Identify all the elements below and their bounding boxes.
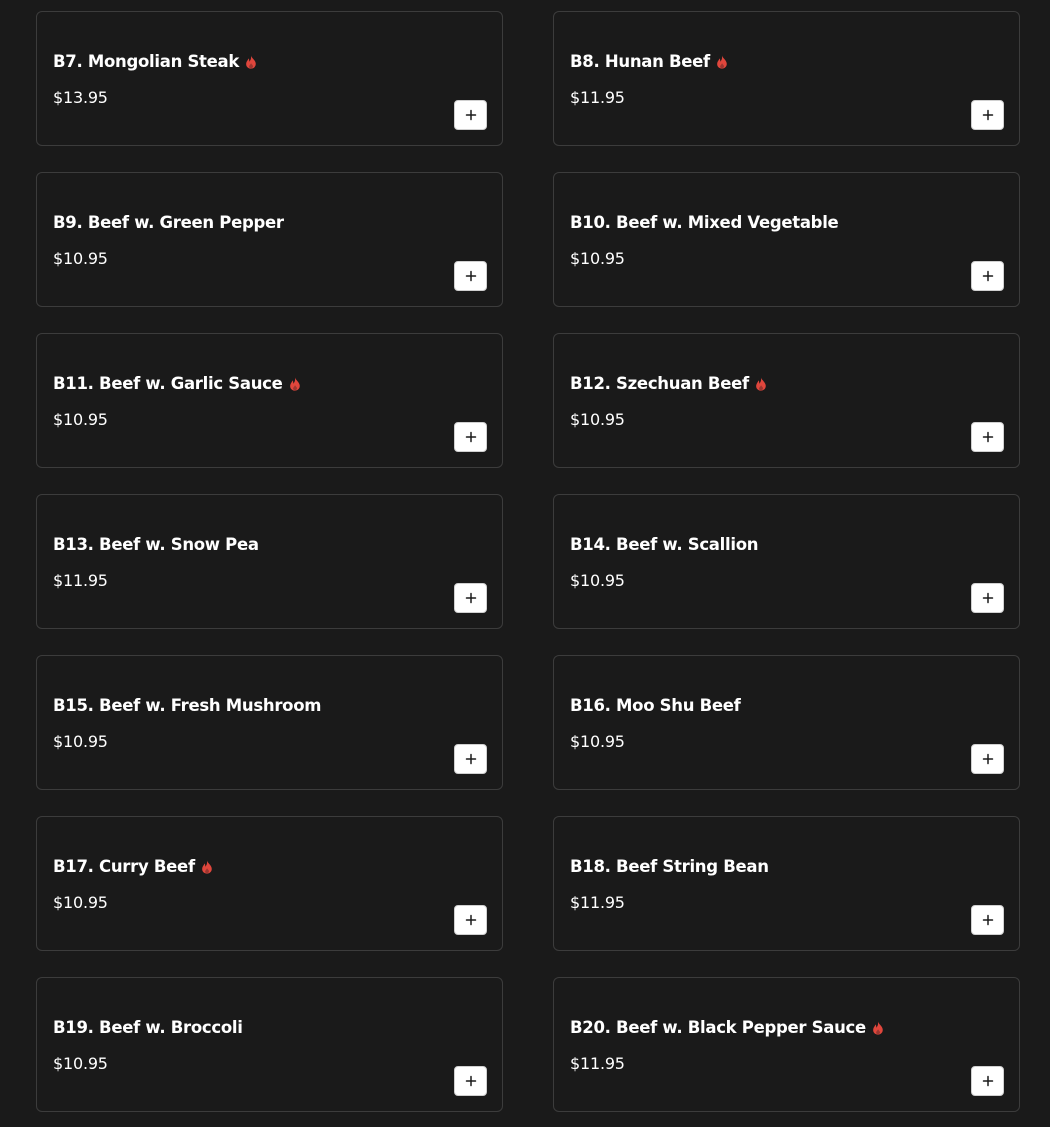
item-name: B19. Beef w. Broccoli bbox=[53, 1018, 243, 1037]
item-name-text: B9. Beef w. Green Pepper bbox=[53, 213, 284, 232]
flame-icon bbox=[755, 377, 767, 391]
item-name-text: B11. Beef w. Garlic Sauce bbox=[53, 374, 283, 393]
menu-item-card[interactable]: B15. Beef w. Fresh Mushroom $10.95 bbox=[36, 655, 503, 790]
flame-icon bbox=[716, 55, 728, 69]
plus-icon bbox=[982, 109, 994, 121]
flame-icon bbox=[201, 860, 213, 874]
add-to-cart-button[interactable] bbox=[454, 583, 487, 613]
item-name-text: B13. Beef w. Snow Pea bbox=[53, 535, 259, 554]
add-to-cart-button[interactable] bbox=[971, 905, 1004, 935]
item-price: $10.95 bbox=[570, 410, 625, 429]
add-to-cart-button[interactable] bbox=[454, 422, 487, 452]
menu-grid: B7. Mongolian Steak $13.95 B8. Hunan Beef $… bbox=[0, 0, 1050, 1127]
item-name: B14. Beef w. Scallion bbox=[570, 535, 758, 554]
add-to-cart-button[interactable] bbox=[971, 422, 1004, 452]
menu-item-card[interactable]: B10. Beef w. Mixed Vegetable $10.95 bbox=[553, 172, 1020, 307]
item-name: B16. Moo Shu Beef bbox=[570, 696, 741, 715]
item-name: B10. Beef w. Mixed Vegetable bbox=[570, 213, 839, 232]
plus-icon bbox=[465, 914, 477, 926]
item-name-text: B7. Mongolian Steak bbox=[53, 52, 240, 71]
menu-item-card[interactable]: B18. Beef String Bean $11.95 bbox=[553, 816, 1020, 951]
item-name-text: B14. Beef w. Scallion bbox=[570, 535, 759, 554]
item-price: $10.95 bbox=[570, 249, 625, 268]
menu-item-card[interactable]: B13. Beef w. Snow Pea $11.95 bbox=[36, 494, 503, 629]
item-name-text: B12. Szechuan Beef bbox=[570, 374, 749, 393]
item-name: B17. Curry Beef bbox=[53, 857, 213, 876]
menu-item-card[interactable]: B14. Beef w. Scallion $10.95 bbox=[553, 494, 1020, 629]
plus-icon bbox=[982, 592, 994, 604]
plus-icon bbox=[465, 592, 477, 604]
flame-icon bbox=[289, 377, 301, 391]
item-name-text: B8. Hunan Beef bbox=[570, 52, 710, 71]
item-name: B12. Szechuan Beef bbox=[570, 374, 767, 393]
add-to-cart-button[interactable] bbox=[454, 905, 487, 935]
add-to-cart-button[interactable] bbox=[971, 100, 1004, 130]
item-name-text: B20. Beef w. Black Pepper Sauce bbox=[570, 1018, 866, 1037]
add-to-cart-button[interactable] bbox=[971, 744, 1004, 774]
item-price: $10.95 bbox=[53, 410, 108, 429]
item-price: $10.95 bbox=[53, 893, 108, 912]
plus-icon bbox=[982, 431, 994, 443]
item-name-text: B19. Beef w. Broccoli bbox=[53, 1018, 243, 1037]
plus-icon bbox=[465, 109, 477, 121]
menu-item-card[interactable]: B12. Szechuan Beef $10.95 bbox=[553, 333, 1020, 468]
item-price: $11.95 bbox=[570, 88, 625, 107]
plus-icon bbox=[465, 1075, 477, 1087]
menu-item-card[interactable]: B7. Mongolian Steak $13.95 bbox=[36, 11, 503, 146]
menu-item-card[interactable]: B17. Curry Beef $10.95 bbox=[36, 816, 503, 951]
plus-icon bbox=[982, 753, 994, 765]
item-name-text: B17. Curry Beef bbox=[53, 857, 195, 876]
item-price: $10.95 bbox=[53, 732, 108, 751]
item-name: B13. Beef w. Snow Pea bbox=[53, 535, 259, 554]
add-to-cart-button[interactable] bbox=[454, 100, 487, 130]
plus-icon bbox=[465, 270, 477, 282]
item-name: B15. Beef w. Fresh Mushroom bbox=[53, 696, 321, 715]
item-name: B11. Beef w. Garlic Sauce bbox=[53, 374, 301, 393]
item-name-text: B18. Beef String Bean bbox=[570, 857, 769, 876]
menu-item-card[interactable]: B11. Beef w. Garlic Sauce $10.95 bbox=[36, 333, 503, 468]
item-price: $11.95 bbox=[53, 571, 108, 590]
menu-item-card[interactable]: B9. Beef w. Green Pepper $10.95 bbox=[36, 172, 503, 307]
item-name-text: B16. Moo Shu Beef bbox=[570, 696, 741, 715]
plus-icon bbox=[982, 1075, 994, 1087]
add-to-cart-button[interactable] bbox=[454, 261, 487, 291]
menu-item-card[interactable]: B8. Hunan Beef $11.95 bbox=[553, 11, 1020, 146]
plus-icon bbox=[982, 914, 994, 926]
item-price: $10.95 bbox=[53, 1054, 108, 1073]
item-name-text: B10. Beef w. Mixed Vegetable bbox=[570, 213, 839, 232]
flame-icon bbox=[245, 55, 257, 69]
item-name: B8. Hunan Beef bbox=[570, 52, 728, 71]
item-price: $10.95 bbox=[53, 249, 108, 268]
plus-icon bbox=[982, 270, 994, 282]
item-price: $10.95 bbox=[570, 571, 625, 590]
item-name: B7. Mongolian Steak bbox=[53, 52, 257, 71]
add-to-cart-button[interactable] bbox=[971, 261, 1004, 291]
item-name: B20. Beef w. Black Pepper Sauce bbox=[570, 1018, 884, 1037]
plus-icon bbox=[465, 431, 477, 443]
item-price: $13.95 bbox=[53, 88, 108, 107]
item-name: B9. Beef w. Green Pepper bbox=[53, 213, 284, 232]
add-to-cart-button[interactable] bbox=[971, 583, 1004, 613]
add-to-cart-button[interactable] bbox=[454, 1066, 487, 1096]
add-to-cart-button[interactable] bbox=[454, 744, 487, 774]
menu-item-card[interactable]: B19. Beef w. Broccoli $10.95 bbox=[36, 977, 503, 1112]
item-price: $11.95 bbox=[570, 1054, 625, 1073]
item-name-text: B15. Beef w. Fresh Mushroom bbox=[53, 696, 322, 715]
flame-icon bbox=[872, 1021, 884, 1035]
plus-icon bbox=[465, 753, 477, 765]
menu-item-card[interactable]: B20. Beef w. Black Pepper Sauce $11.95 bbox=[553, 977, 1020, 1112]
item-price: $10.95 bbox=[570, 732, 625, 751]
add-to-cart-button[interactable] bbox=[971, 1066, 1004, 1096]
item-price: $11.95 bbox=[570, 893, 625, 912]
menu-item-card[interactable]: B16. Moo Shu Beef $10.95 bbox=[553, 655, 1020, 790]
item-name: B18. Beef String Bean bbox=[570, 857, 769, 876]
